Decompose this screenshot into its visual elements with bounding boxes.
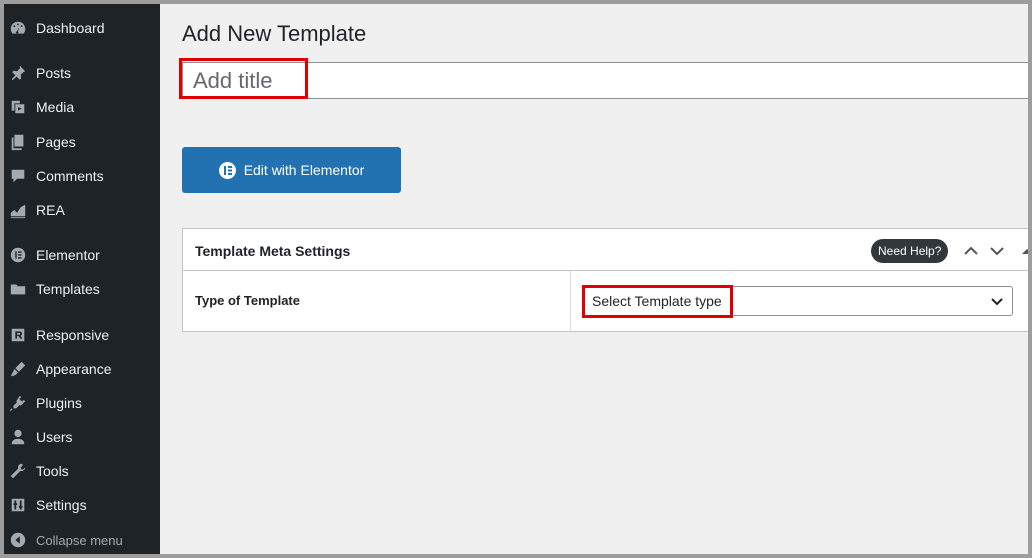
wp-admin-window: Dashboard Posts Media Pages Comments REA… — [4, 4, 1028, 554]
chevron-down-icon — [990, 247, 1004, 256]
sidebar-item-comments[interactable]: Comments — [4, 161, 160, 191]
pages-icon — [8, 132, 28, 152]
sidebar-item-label: Settings — [36, 497, 87, 513]
media-icon — [8, 97, 28, 117]
metabox-title: Template Meta Settings — [195, 243, 351, 259]
collapse-menu-label: Collapse menu — [36, 532, 123, 548]
template-meta-settings-box: Template Meta Settings Need Help? Type o… — [182, 228, 1028, 333]
sidebar-item-label: Responsive — [36, 327, 110, 343]
move-up-button[interactable] — [961, 241, 981, 261]
template-type-select[interactable]: Select Template type — [583, 286, 1013, 316]
sidebar-item-label: Templates — [36, 281, 100, 297]
sidebar-item-label: Media — [36, 99, 75, 115]
pin-icon — [8, 63, 28, 83]
elementor-logo-icon — [218, 161, 236, 179]
collapse-arrow-icon — [8, 530, 28, 550]
plugin-icon — [8, 393, 28, 413]
settings-icon — [8, 495, 28, 515]
elementor-icon — [8, 245, 28, 265]
metabox-header: Template Meta Settings Need Help? — [183, 229, 1028, 271]
sidebar-item-templates[interactable]: Templates — [4, 274, 160, 304]
sidebar-item-label: Pages — [36, 134, 76, 150]
sidebar-item-label: Tools — [36, 463, 69, 479]
triangle-up-icon — [1022, 249, 1028, 254]
sidebar-item-label: Appearance — [36, 361, 112, 377]
sidebar-item-plugins[interactable]: Plugins — [4, 388, 160, 418]
chevron-up-icon — [964, 246, 978, 255]
sidebar-item-media[interactable]: Media — [4, 92, 160, 122]
sidebar-item-tools[interactable]: Tools — [4, 456, 160, 486]
sidebar-item-elementor[interactable]: Elementor — [4, 240, 160, 270]
chevron-down-icon — [990, 294, 1004, 308]
sidebar-item-label: Users — [36, 429, 73, 445]
move-down-button[interactable] — [987, 241, 1007, 261]
responsive-icon — [8, 325, 28, 345]
sidebar-item-settings[interactable]: Settings — [4, 490, 160, 520]
sidebar-item-appearance[interactable]: Appearance — [4, 354, 160, 384]
sidebar-item-pages[interactable]: Pages — [4, 127, 160, 157]
sidebar-item-posts[interactable]: Posts — [4, 58, 160, 88]
admin-sidebar: Dashboard Posts Media Pages Comments REA… — [4, 4, 160, 554]
folder-icon — [8, 279, 28, 299]
dashboard-icon — [8, 18, 28, 38]
row-divider — [570, 271, 571, 333]
wrench-icon — [8, 461, 28, 481]
edit-with-elementor-label: Edit with Elementor — [243, 162, 365, 178]
sidebar-item-label: Comments — [36, 168, 104, 184]
comment-icon — [8, 166, 28, 186]
user-icon — [8, 427, 28, 447]
sidebar-item-label: Plugins — [36, 395, 82, 411]
sidebar-item-rea[interactable]: REA — [4, 195, 160, 225]
template-type-select-value: Select Template type — [592, 293, 722, 309]
sidebar-item-responsive[interactable]: Responsive — [4, 320, 160, 350]
edit-with-elementor-button[interactable]: Edit with Elementor — [182, 147, 401, 193]
sidebar-item-users[interactable]: Users — [4, 422, 160, 452]
sidebar-item-label: REA — [36, 202, 65, 218]
collapse-menu-button[interactable]: Collapse menu — [4, 525, 160, 554]
sidebar-item-label: Elementor — [36, 247, 100, 263]
toggle-panel-button[interactable] — [1017, 241, 1028, 261]
need-help-button[interactable]: Need Help? — [871, 239, 949, 263]
sidebar-item-label: Posts — [36, 65, 72, 81]
brush-icon — [8, 359, 28, 379]
chart-icon — [8, 200, 28, 220]
sidebar-item-dashboard[interactable]: Dashboard — [4, 13, 160, 43]
type-of-template-label: Type of Template — [195, 293, 300, 308]
title-input[interactable] — [182, 62, 1028, 99]
sidebar-item-label: Dashboard — [36, 20, 105, 36]
page-title: Add New Template — [182, 21, 367, 46]
